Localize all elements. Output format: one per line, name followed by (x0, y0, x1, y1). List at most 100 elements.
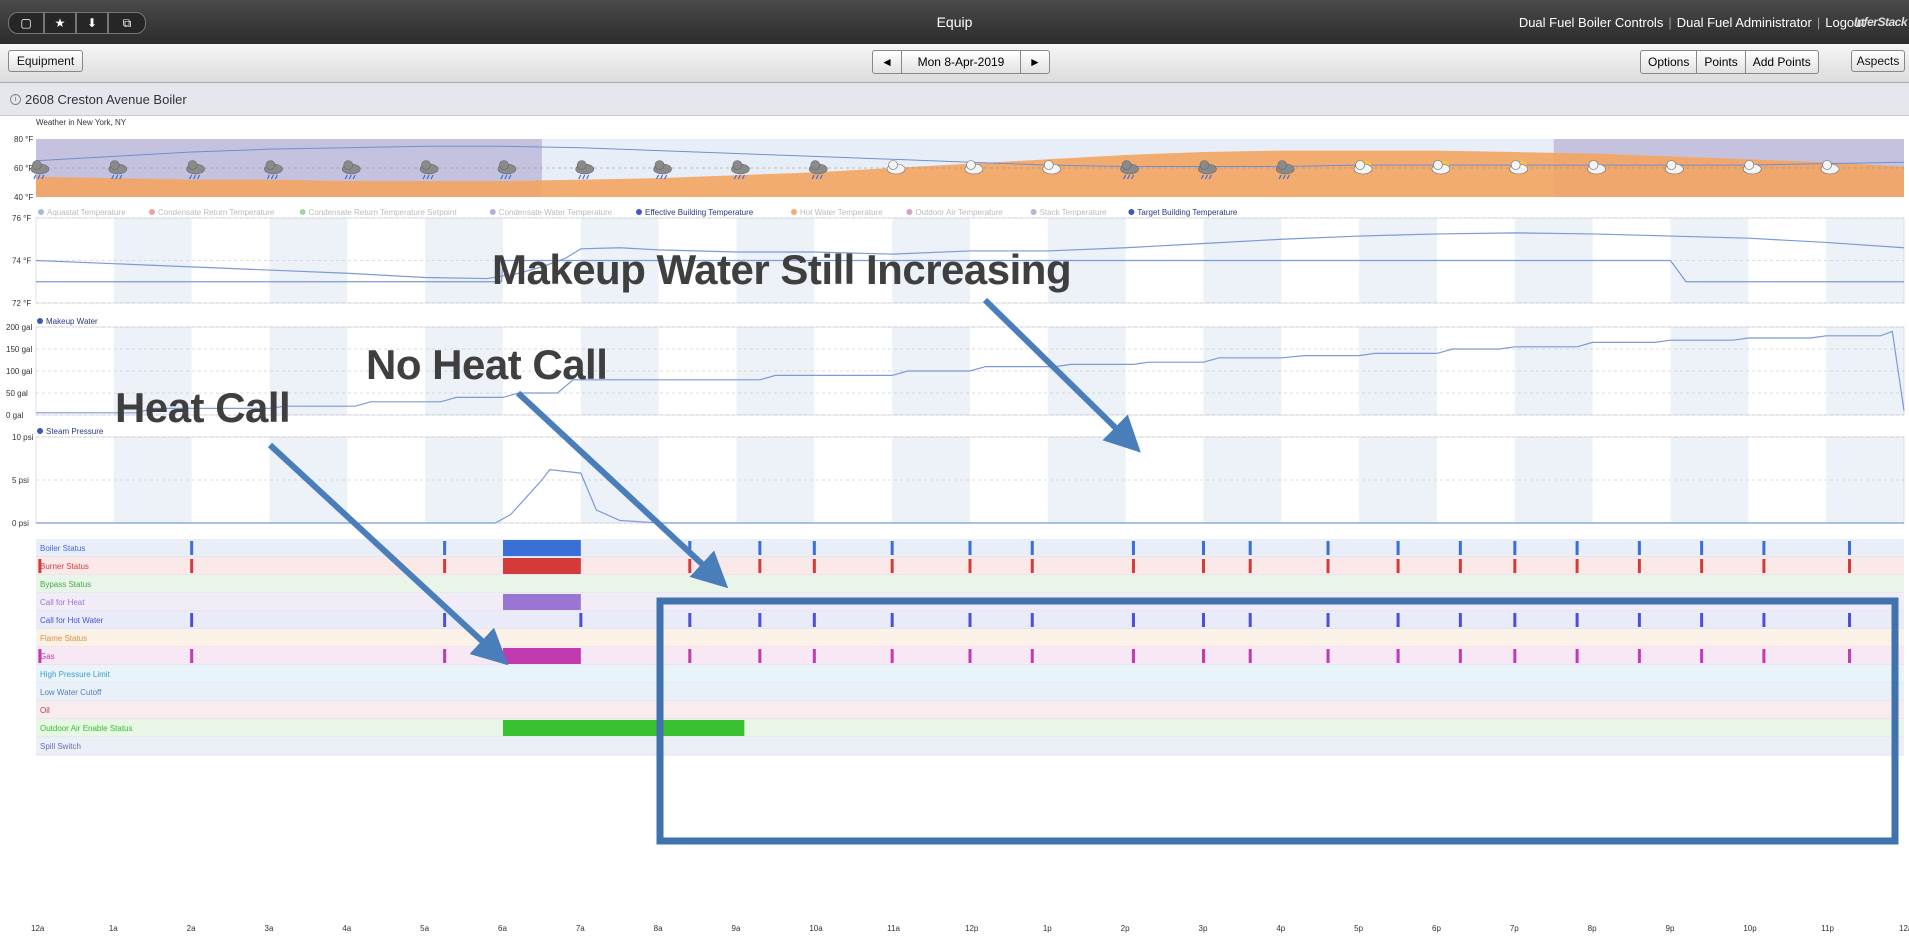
weather-ytick: 80 °F (14, 135, 33, 144)
status-tick (968, 541, 972, 555)
top-bar: ▢ ★ ⬇ ⧉ Equip Dual Fuel Boiler Controls … (0, 0, 1909, 45)
history-charts: Weather in New York, NY80 °F 60 °F 40 °F Aq… (6, 118, 1909, 933)
temp-ytick: 72 °F (12, 299, 31, 308)
legend-label: Outdoor Air Temperature (915, 208, 1003, 217)
points-button[interactable]: Points (1696, 51, 1744, 73)
status-tick (688, 559, 692, 573)
cloud-icon (810, 160, 821, 170)
next-day-button[interactable]: ► (1021, 51, 1049, 73)
status-tick (968, 649, 972, 663)
cloud-icon (1666, 160, 1677, 170)
status-row-bg (36, 701, 1904, 719)
status-tick (443, 649, 447, 663)
status-tick (1637, 649, 1641, 663)
legend-marker (489, 209, 496, 215)
x-tick-label: 4a (342, 924, 351, 933)
status-tick (812, 649, 816, 663)
legend-label: Makeup Water (46, 317, 98, 326)
x-tick-label: 2a (187, 924, 196, 933)
legend-marker (37, 318, 43, 324)
status-row-label: Low Water Cutoff (40, 688, 102, 697)
status-tick (1458, 613, 1462, 627)
status-tick (1030, 541, 1034, 555)
status-row-label: Call for Hot Water (40, 616, 104, 625)
status-tick (1202, 559, 1205, 573)
legend-marker (37, 428, 43, 434)
status-tick (1513, 649, 1517, 663)
status-tick (1575, 649, 1579, 663)
rain-drop (33, 174, 37, 180)
weather-partly-sunny-icon (1353, 160, 1373, 175)
status-tick (1637, 613, 1641, 627)
status-on-bar (503, 720, 745, 736)
add-points-button[interactable]: Add Points (1744, 51, 1818, 73)
x-tick-label: 7a (576, 924, 585, 933)
x-tick-label: 12p (965, 924, 979, 933)
x-tick-label: 2p (1121, 924, 1130, 933)
x-tick-label: 1a (109, 924, 118, 933)
legend-marker (906, 209, 913, 215)
status-tick (890, 559, 894, 573)
status-row-label: Burner Status (40, 562, 89, 571)
info-icon[interactable]: i (10, 94, 21, 105)
legend-marker (1030, 209, 1037, 215)
status-tick (968, 613, 972, 627)
status-tick (1202, 649, 1205, 663)
legend-label: Target Building Temperature (1137, 208, 1237, 217)
status-tick (812, 613, 816, 627)
status-tick (688, 649, 692, 663)
cloud-icon (1433, 160, 1443, 170)
status-row-label: Boiler Status (40, 544, 85, 553)
status-tick (579, 613, 583, 627)
legend-label: Condensate Water Temperature (499, 208, 613, 217)
status-tick (890, 649, 894, 663)
makeup-ytick: 200 gal (6, 323, 32, 332)
aspects-button[interactable]: Aspects (1851, 50, 1905, 72)
equipment-button[interactable]: Equipment (8, 50, 83, 72)
legend-marker (1128, 209, 1135, 215)
status-tick (1848, 559, 1852, 573)
x-tick-label: 4p (1276, 924, 1285, 933)
x-tick-label: 11p (1821, 924, 1834, 933)
x-tick-label: 8a (654, 924, 663, 933)
date-navigator: ◄ Mon 8-Apr-2019 ► (872, 50, 1050, 74)
status-tick (1762, 613, 1766, 627)
legend-label: Steam Pressure (46, 427, 104, 436)
x-tick-label: 3a (265, 924, 274, 933)
weather-partly-sunny-icon (1431, 160, 1451, 175)
legend-label: Aquastat Temperature (47, 208, 126, 217)
makeup-ytick: 150 gal (6, 345, 32, 354)
link-controls[interactable]: Dual Fuel Boiler Controls (1519, 15, 1664, 30)
prev-day-button[interactable]: ◄ (873, 51, 901, 73)
makeup-ytick: 0 gal (6, 411, 24, 420)
status-tick (1700, 541, 1704, 555)
cloud-icon (1355, 160, 1365, 170)
cloud-icon (499, 160, 509, 170)
status-tick (890, 613, 894, 627)
legend-label: Hot Water Temperature (800, 208, 883, 217)
x-tick-label: 12a (1899, 924, 1909, 933)
makeup-ytick: 100 gal (6, 367, 32, 376)
weather-ytick: 60 °F (14, 164, 33, 173)
cloud-icon (576, 160, 587, 170)
temp-ytick: 76 °F (12, 214, 31, 223)
date-display[interactable]: Mon 8-Apr-2019 (901, 51, 1021, 73)
status-on-bar (503, 594, 581, 610)
status-tick (1762, 541, 1766, 555)
status-tick (1513, 613, 1517, 627)
status-on-bar (503, 648, 581, 664)
weather-title: Weather in New York, NY (36, 118, 127, 127)
x-tick-label: 10p (1743, 924, 1757, 933)
user-links: Dual Fuel Boiler Controls | Dual Fuel Ad… (1519, 15, 1865, 30)
x-tick-label: 3p (1199, 924, 1208, 933)
legend-marker (791, 209, 797, 215)
cloud-icon (1121, 160, 1132, 170)
status-row-bg (36, 629, 1904, 647)
status-tick (1396, 613, 1400, 627)
link-administrator[interactable]: Dual Fuel Administrator (1677, 15, 1812, 30)
cloud-icon (1199, 160, 1210, 170)
options-button[interactable]: Options (1641, 51, 1696, 73)
x-tick-label: 5a (420, 924, 429, 933)
legend-label: Condensate Return Temperature (158, 208, 275, 217)
status-tick (1513, 541, 1517, 555)
